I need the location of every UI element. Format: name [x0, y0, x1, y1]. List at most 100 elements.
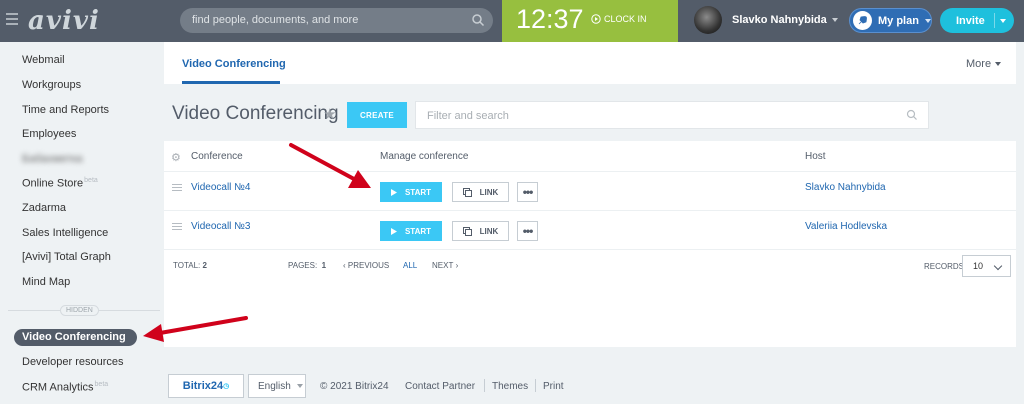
sidebar-item-sales-intelligence[interactable]: Sales Intelligence	[22, 227, 108, 239]
show-all-link[interactable]: ALL	[403, 261, 417, 270]
start-label: START	[404, 226, 432, 236]
filter-placeholder: Filter and search	[427, 110, 509, 122]
pages-value: 1	[321, 261, 327, 270]
copy-link-button[interactable]: LINK	[452, 182, 509, 202]
chevron-down-icon[interactable]	[1000, 19, 1006, 23]
sidebar-item-workgroups[interactable]: Workgroups	[22, 79, 81, 91]
sidebar-item-zadarma[interactable]: Zadarma	[22, 202, 66, 214]
divider	[484, 379, 485, 392]
clock-time: 12:37	[516, 4, 584, 34]
clock-in-label: CLOCK IN	[604, 14, 647, 24]
global-search-input[interactable]: find people, documents, and more	[180, 8, 493, 33]
next-label: NEXT	[432, 261, 454, 270]
copy-icon	[462, 187, 472, 197]
filter-search-input[interactable]: Filter and search	[415, 101, 929, 129]
conference-link[interactable]: Videocall №3	[191, 221, 250, 232]
copy-link-button[interactable]: LINK	[452, 221, 509, 241]
drag-handle-icon[interactable]	[172, 184, 182, 193]
beta-badge: beta	[94, 381, 109, 388]
play-circle-icon	[591, 14, 601, 24]
sidebar-item-blurred[interactable]: Бабахметка	[22, 153, 83, 165]
records-label: RECORDS:	[924, 262, 967, 271]
start-button[interactable]: START	[380, 221, 442, 241]
drag-handle-icon[interactable]	[172, 223, 182, 232]
previous-label: PREVIOUS	[347, 261, 390, 270]
play-icon	[390, 227, 397, 235]
page-title: Video Conferencing	[172, 103, 339, 124]
my-plan-button[interactable]: My plan	[849, 8, 932, 33]
sidebar-item-time-and-reports[interactable]: Time and Reports	[22, 104, 109, 116]
chevron-down-icon[interactable]	[831, 18, 838, 22]
language-select[interactable]: English	[248, 374, 306, 398]
sidebar-item-crm-analytics[interactable]: CRM Analyticsbeta	[22, 381, 108, 394]
my-plan-label: My plan	[878, 14, 919, 27]
total-value: 2	[202, 261, 207, 270]
sidebar-item-mind-map[interactable]: Mind Map	[22, 276, 70, 288]
clock-widget[interactable]: 12:37 CLOCK IN	[502, 0, 678, 42]
conference-link[interactable]: Videocall №4	[191, 182, 250, 193]
play-icon	[390, 188, 397, 196]
chevron-down-icon	[995, 62, 1002, 66]
column-header-manage-conference: Manage conference	[380, 151, 469, 162]
left-sidebar: Webmail Workgroups Time and Reports Empl…	[0, 42, 163, 404]
total-label: TOTAL:	[173, 261, 201, 270]
copyright-text: © 2021 Bitrix24	[320, 381, 389, 392]
sidebar-item-label: Online Store	[22, 177, 84, 190]
gear-icon[interactable]: ⚙	[171, 151, 181, 164]
logo[interactable]: avivi	[28, 6, 100, 36]
search-icon[interactable]	[906, 109, 918, 121]
sidebar-item-label: CRM Analytics	[22, 381, 94, 394]
tab-video-conferencing[interactable]: Video Conferencing	[182, 58, 286, 70]
sidebar-item-video-conferencing[interactable]: Video Conferencing	[14, 329, 137, 346]
menu-icon[interactable]	[6, 13, 18, 27]
print-link[interactable]: Print	[543, 381, 564, 392]
rocket-icon	[853, 11, 872, 30]
divider	[164, 249, 1016, 250]
user-name[interactable]: Slavko Nahnybida	[732, 14, 827, 26]
avatar[interactable]	[694, 6, 722, 34]
search-icon[interactable]	[471, 13, 485, 27]
host-link[interactable]: Slavko Nahnybida	[805, 182, 886, 193]
sidebar-item-webmail[interactable]: Webmail	[22, 54, 65, 66]
create-button[interactable]: CREATE	[347, 102, 407, 128]
tab-bar: Video Conferencing More	[164, 42, 1016, 84]
more-actions-button[interactable]: •••	[517, 221, 538, 241]
star-icon[interactable]: ★	[323, 105, 336, 123]
previous-page-button[interactable]: ‹ PREVIOUS	[343, 261, 389, 270]
divider	[164, 171, 1016, 172]
column-header-host[interactable]: Host	[805, 151, 826, 162]
invite-button[interactable]: Invite	[940, 8, 1014, 33]
records-value: 10	[973, 261, 984, 271]
sidebar-item-online-store[interactable]: Online Storebeta	[22, 177, 98, 190]
copy-icon	[462, 226, 472, 236]
bitrix24-logo-button[interactable]: Bitrix24 ◷	[168, 374, 244, 398]
column-header-conference[interactable]: Conference	[191, 151, 243, 162]
divider	[164, 210, 1016, 211]
invite-label: Invite	[956, 15, 985, 27]
pages-label: PAGES:	[288, 261, 318, 270]
chevron-down-icon	[924, 18, 931, 23]
records-per-page-select[interactable]: 10	[962, 255, 1011, 277]
sidebar-item-developer-resources[interactable]: Developer resources	[22, 356, 124, 368]
link-label: LINK	[479, 187, 499, 197]
divider	[994, 13, 995, 28]
sidebar-item-employees[interactable]: Employees	[22, 128, 76, 140]
top-header: avivi find people, documents, and more 1…	[0, 0, 1024, 42]
chevron-down-icon	[993, 261, 1003, 271]
active-tab-indicator	[182, 81, 280, 84]
host-link[interactable]: Valeriia Hodlevska	[805, 221, 887, 232]
themes-link[interactable]: Themes	[492, 381, 528, 392]
contact-partner-link[interactable]: Contact Partner	[405, 381, 475, 392]
total-count: TOTAL: 2	[173, 261, 207, 270]
user-menu[interactable]: Slavko Nahnybida	[694, 6, 838, 34]
hidden-section-label[interactable]: HIDDEN	[60, 305, 99, 316]
language-label: English	[258, 380, 291, 392]
next-page-button[interactable]: NEXT ›	[432, 261, 458, 270]
pages-count: PAGES: 1	[288, 261, 326, 270]
clock-in-button[interactable]: CLOCK IN	[591, 14, 647, 24]
sidebar-item-total-graph[interactable]: [Avivi] Total Graph	[22, 251, 111, 263]
sidebar-item-label: Video Conferencing	[22, 331, 126, 343]
start-button[interactable]: START	[380, 182, 442, 202]
more-menu-button[interactable]: More	[966, 58, 1002, 70]
more-actions-button[interactable]: •••	[517, 182, 538, 202]
